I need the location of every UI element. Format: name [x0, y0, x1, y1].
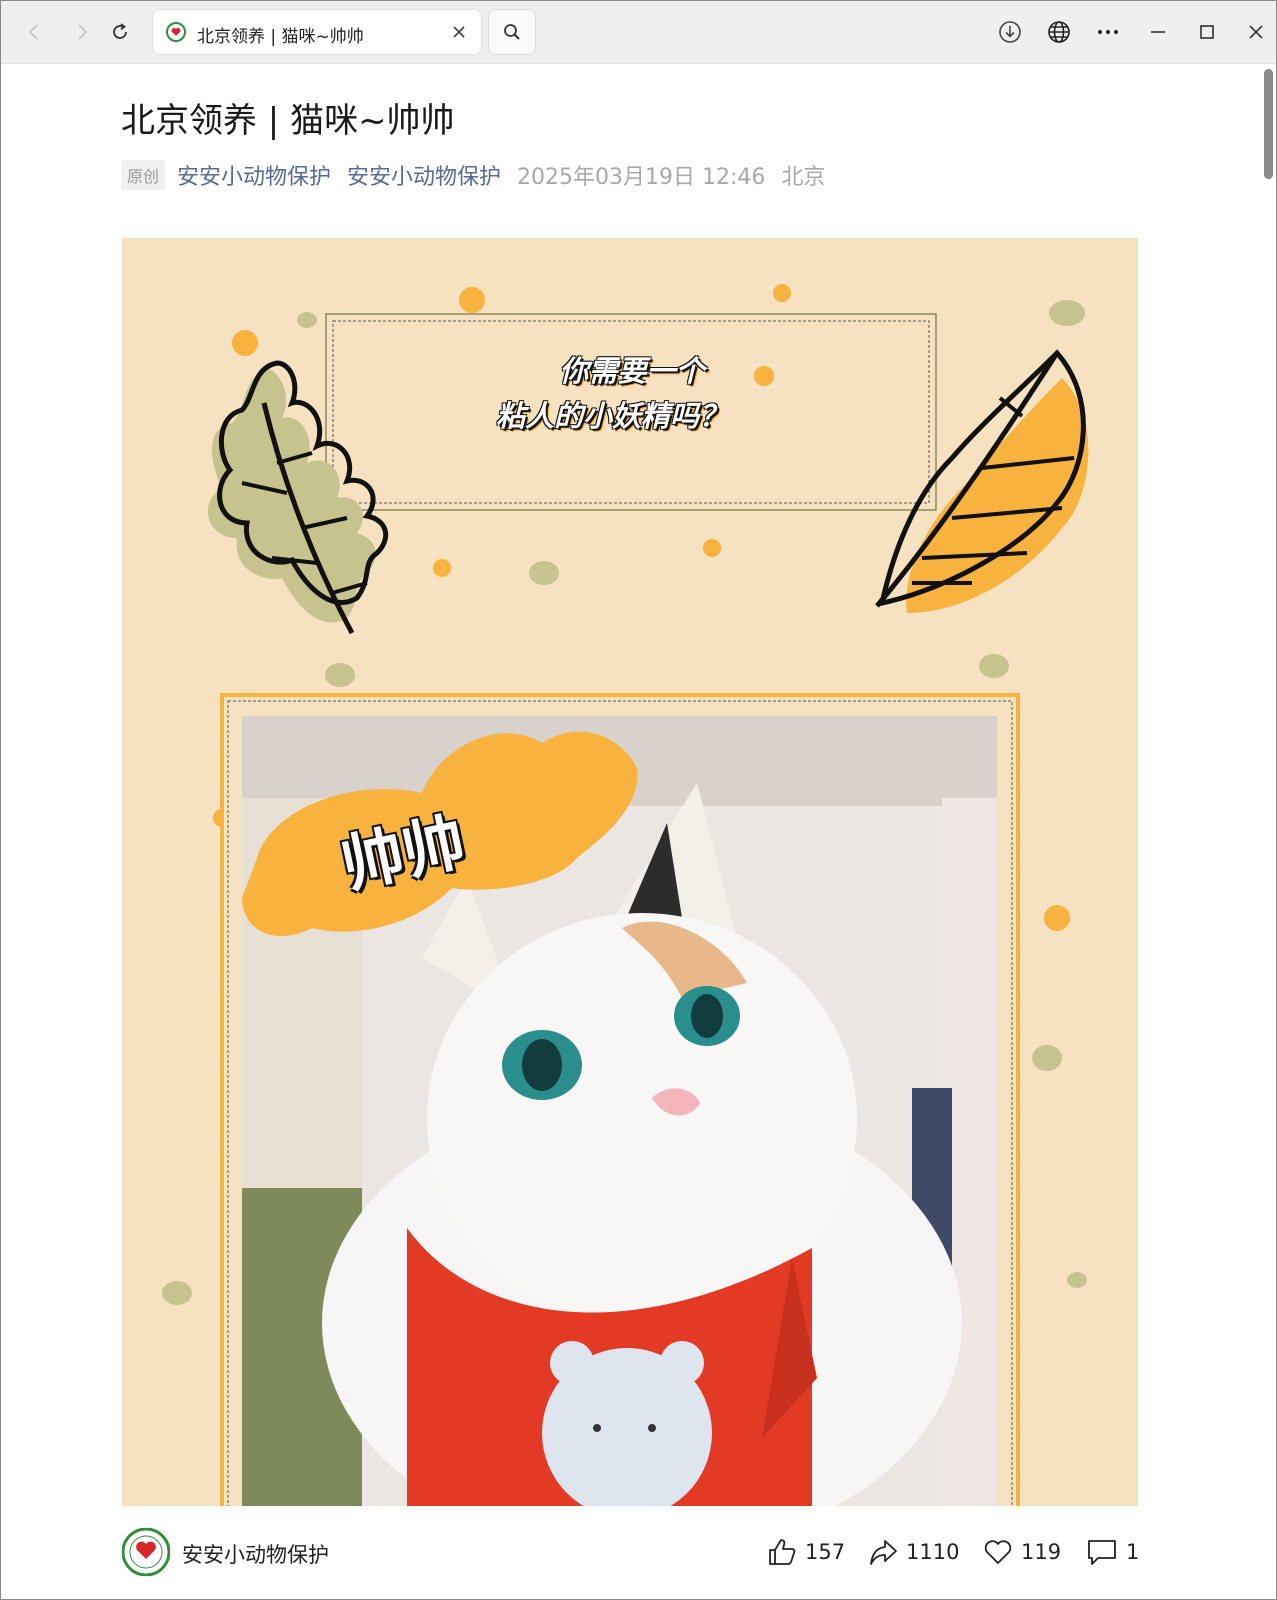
author-link[interactable]: 安安小动物保护	[177, 159, 331, 191]
like-count: 157	[805, 1540, 846, 1564]
share-count: 1110	[906, 1540, 960, 1564]
tab-title: 北京领养 | 猫咪~帅帅	[197, 27, 364, 47]
search-icon	[504, 24, 520, 40]
reload-icon[interactable]	[105, 17, 135, 47]
minimize-icon[interactable]	[1143, 17, 1173, 47]
feather-illustration	[875, 349, 1089, 613]
favorite-button[interactable]: 119	[983, 1532, 1061, 1572]
comment-button[interactable]: 1	[1086, 1532, 1139, 1572]
oak-leaf-illustration	[207, 360, 389, 635]
thumbs-up-icon	[769, 1539, 796, 1565]
poster-headline-line1: 你需要一个	[559, 354, 705, 388]
account-name[interactable]: 安安小动物保护	[182, 1539, 329, 1569]
globe-icon[interactable]	[1044, 17, 1074, 47]
site-logo-icon	[166, 22, 186, 42]
chevron-left-icon[interactable]	[19, 17, 49, 47]
close-tab-icon[interactable]	[449, 22, 469, 42]
poster-image: 你需要一个 粘人的小妖精吗？ 帅帅	[122, 238, 1138, 1506]
comment-count: 1	[1126, 1540, 1140, 1564]
maximize-icon[interactable]	[1192, 17, 1222, 47]
chevron-right-icon[interactable]	[67, 17, 97, 47]
publish-location: 北京	[781, 165, 826, 190]
comment-icon	[1088, 1540, 1116, 1565]
scrollbar-thumb[interactable]	[1264, 69, 1273, 179]
more-icon[interactable]	[1093, 17, 1123, 47]
share-button[interactable]: 1110	[868, 1532, 959, 1572]
browser-tab[interactable]: 北京领养 | 猫咪~帅帅	[153, 10, 481, 54]
download-icon[interactable]	[995, 17, 1025, 47]
article-title: 北京领养 | 猫咪~帅帅	[121, 101, 455, 141]
share-icon	[870, 1540, 897, 1565]
browser-toolbar: 北京领养 | 猫咪~帅帅	[1, 1, 1276, 64]
poster-headline-line2: 粘人的小妖精吗？	[495, 399, 728, 433]
close-icon[interactable]	[1241, 17, 1271, 47]
account-link[interactable]: 安安小动物保护	[347, 159, 501, 191]
search-button[interactable]	[489, 10, 535, 54]
account-avatar[interactable]	[122, 1528, 170, 1576]
favorite-count: 119	[1021, 1540, 1062, 1564]
heart-icon	[984, 1540, 1012, 1564]
original-badge: 原创	[121, 160, 166, 190]
browser-window: 北京领养 | 猫咪~帅帅 北京领养 | 猫咪~帅帅 原创 安安小动物保护 安安小…	[0, 0, 1277, 1600]
like-button[interactable]: 157	[767, 1532, 845, 1572]
publish-date: 2025年03月19日 12:46	[517, 165, 766, 190]
article-meta: 原创 安安小动物保护 安安小动物保护 2025年03月19日 12:46 北京	[121, 159, 825, 191]
